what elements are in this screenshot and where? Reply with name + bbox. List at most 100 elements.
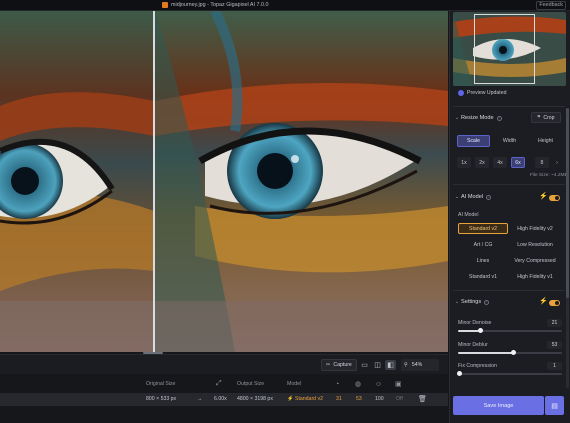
compression-slider[interactable] bbox=[457, 371, 562, 376]
single-view-icon: ▭ bbox=[361, 362, 368, 369]
scale-1x[interactable]: 1x bbox=[457, 157, 471, 168]
chevron-down-icon: ⌄ bbox=[454, 115, 460, 121]
zoom-control[interactable]: ⚲ 54% bbox=[401, 359, 439, 371]
compression-slider-knob[interactable] bbox=[457, 371, 463, 376]
row-compression-value: Off bbox=[396, 396, 403, 402]
row-scale: 6.00x bbox=[214, 396, 227, 402]
scale-2x[interactable]: 2x bbox=[475, 157, 489, 168]
preview-status-label: Preview Updated bbox=[467, 90, 507, 96]
model-art-cg[interactable]: Art / CG bbox=[458, 239, 508, 250]
side-by-side-view-button[interactable]: ◧ bbox=[385, 360, 396, 370]
scale-custom[interactable]: 8 bbox=[535, 157, 549, 168]
capture-label: Capture bbox=[333, 362, 352, 368]
status-dot-icon bbox=[458, 90, 464, 96]
topaz-logo-icon bbox=[162, 2, 168, 8]
model-lines[interactable]: Lines bbox=[458, 255, 508, 266]
chevron-right-icon[interactable]: › bbox=[550, 157, 564, 168]
model-high-fidelity-v1[interactable]: High Fidelity v1 bbox=[510, 271, 560, 282]
zoom-value: 54% bbox=[411, 362, 423, 368]
navigator-viewport-frame[interactable] bbox=[474, 14, 535, 84]
model-low-resolution[interactable]: Low Resolution bbox=[510, 239, 560, 250]
chevron-down-icon: ⌄ bbox=[454, 194, 460, 200]
deblur-slider-knob[interactable] bbox=[511, 350, 517, 355]
scale-6x[interactable]: 6x bbox=[511, 157, 525, 168]
sidebar-scrollbar[interactable] bbox=[566, 108, 569, 388]
denoise-icon: ◔ bbox=[335, 380, 340, 388]
resize-mode-title: Resize Mode bbox=[461, 115, 494, 121]
deblur-label: Minor Deblur bbox=[458, 342, 488, 348]
bolt-icon: ⚡ bbox=[539, 193, 548, 200]
original-preview-pane[interactable] bbox=[0, 11, 154, 352]
navigator-thumbnail[interactable] bbox=[453, 12, 566, 86]
enhanced-preview-pane[interactable] bbox=[155, 11, 448, 352]
ai-model-toggle[interactable] bbox=[549, 195, 560, 201]
settings-title: Settings bbox=[461, 299, 482, 305]
model-high-fidelity-v2[interactable]: High Fidelity v2 bbox=[510, 223, 560, 234]
ai-model-title: AI Model bbox=[461, 194, 484, 200]
tab-scale[interactable]: Scale bbox=[457, 135, 490, 147]
window-title: midjourney.jpg - Topaz Gigapixel AI 7.0.… bbox=[162, 2, 269, 8]
tab-width[interactable]: Width bbox=[493, 135, 526, 147]
model-standard-v2[interactable]: Standard v2 bbox=[458, 223, 508, 234]
crop-label: Crop bbox=[543, 114, 555, 121]
expand-icon[interactable]: ⤢ bbox=[216, 379, 222, 389]
deblur-icon: ◍ bbox=[355, 381, 362, 388]
model-header: Model bbox=[287, 381, 302, 387]
settings-toggle[interactable] bbox=[549, 300, 560, 306]
capture-button[interactable]: ✂ Capture bbox=[321, 359, 357, 371]
preview-status: Preview Updated bbox=[458, 90, 507, 96]
row-output-size: 4800 × 3198 px bbox=[237, 396, 273, 402]
divider bbox=[453, 184, 565, 185]
denoise-slider-knob[interactable] bbox=[477, 328, 483, 333]
tab-height[interactable]: Height bbox=[529, 135, 562, 147]
denoise-label: Minor Denoise bbox=[458, 320, 492, 326]
original-image bbox=[0, 11, 154, 352]
export-settings-button[interactable]: ▤ bbox=[545, 396, 564, 415]
original-size-header: Original Size bbox=[146, 381, 176, 387]
denoise-value[interactable]: 21 bbox=[547, 319, 562, 327]
row-model-bolt-icon: ⚡ bbox=[287, 396, 294, 402]
split-view-button[interactable]: ◫ bbox=[372, 360, 383, 370]
compression-icon: ▣ bbox=[395, 381, 402, 388]
row-arrow-icon: → bbox=[197, 396, 203, 402]
info-icon[interactable]: i bbox=[486, 194, 492, 200]
divider bbox=[453, 290, 565, 291]
info-icon[interactable]: i bbox=[496, 115, 502, 121]
chevron-down-icon: ⌄ bbox=[454, 299, 460, 305]
zoom-icon: ⚲ bbox=[404, 362, 408, 368]
capture-icon: ✂ bbox=[326, 362, 331, 368]
delete-icon[interactable]: 🗑 bbox=[418, 395, 427, 403]
scale-4x[interactable]: 4x bbox=[493, 157, 507, 168]
face-icon: ☺ bbox=[375, 380, 383, 388]
preview-toolbar: ✂ Capture ▭ ◫ ◧ ⚲ 54% bbox=[0, 354, 448, 374]
bolt-icon: ⚡ bbox=[539, 298, 548, 305]
image-queue: Original Size ⤢ Output Size Model ◔ ◍ ☺ … bbox=[0, 375, 448, 423]
feedback-button[interactable]: Feedback bbox=[536, 1, 566, 10]
single-view-button[interactable]: ▭ bbox=[359, 360, 370, 370]
file-size: File Size: ~4.2MB bbox=[530, 173, 568, 178]
row-denoise-value: 31 bbox=[336, 396, 342, 402]
window-title-text: midjourney.jpg - Topaz Gigapixel AI 7.0.… bbox=[171, 2, 269, 8]
model-very-compressed[interactable]: Very Compressed bbox=[510, 255, 560, 266]
save-image-button[interactable]: Save Image bbox=[453, 396, 544, 415]
crop-button[interactable]: ⌗ Crop bbox=[531, 112, 561, 123]
denoise-slider[interactable] bbox=[458, 328, 562, 333]
divider bbox=[453, 106, 565, 107]
queue-row[interactable]: 800 × 533 px → 6.00x 4800 × 3198 px ⚡ St… bbox=[0, 393, 448, 406]
denoise-slider-fill bbox=[458, 330, 480, 332]
model-standard-v1[interactable]: Standard v1 bbox=[458, 271, 508, 282]
image-preview[interactable] bbox=[0, 11, 448, 352]
deblur-slider-fill bbox=[458, 352, 514, 354]
compression-value[interactable]: 1 bbox=[547, 362, 562, 370]
enhanced-image bbox=[155, 11, 448, 352]
sidebar-scrollbar-thumb[interactable] bbox=[566, 108, 569, 298]
row-deblur-value: 53 bbox=[356, 396, 362, 402]
row-face-value: 100 bbox=[375, 396, 384, 402]
split-view-icon: ◫ bbox=[374, 362, 381, 369]
deblur-value[interactable]: 53 bbox=[547, 341, 562, 349]
info-icon[interactable]: i bbox=[484, 299, 490, 305]
compression-label: Fix Compression bbox=[458, 363, 497, 369]
deblur-slider[interactable] bbox=[458, 350, 562, 355]
output-size-header: Output Size bbox=[237, 381, 265, 387]
side-by-side-icon: ◧ bbox=[387, 362, 394, 369]
